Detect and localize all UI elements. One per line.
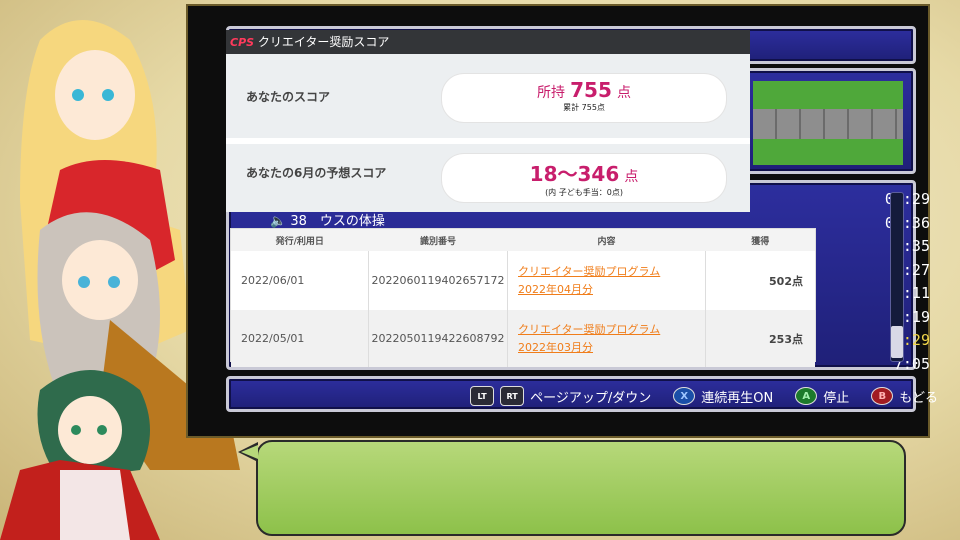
map-preview-panel <box>738 68 916 174</box>
score-window-titlebar: CPS クリエイター奨励スコア <box>226 30 750 54</box>
controls-hints: LT RT ページアップ/ダウン X 連続再生ON A 停止 B もどる <box>470 386 938 406</box>
x-button-icon[interactable]: X <box>673 387 696 405</box>
row-date: 2022/06/01 <box>231 251 369 310</box>
score-history-table: 発行/利用日 識別番号 内容 獲得 2022/06/01 20220601194… <box>230 228 816 367</box>
speech-bubble <box>256 440 906 536</box>
predicted-score-row: あなたの6月の予想スコア 18～346 点 (内 子ども手当：0点) <box>226 144 750 212</box>
current-score-row: あなたのスコア 所持 755 点 累計 755点 <box>226 54 750 164</box>
column-header-content: 内容 <box>507 229 706 252</box>
table-row: 2022/06/01 2022060119402657172 クリエイター奨励プ… <box>231 251 815 310</box>
back-label: もどる <box>899 390 938 406</box>
column-header-points: 獲得 <box>705 229 815 252</box>
page-up-down-label: ページアップ/ダウン <box>530 390 652 406</box>
column-header-date: 発行/利用日 <box>231 229 369 252</box>
b-button-icon[interactable]: B <box>871 387 894 405</box>
score-window: あなたのスコア 所持 755 点 累計 755点 あなたの6月の予想スコア 18… <box>226 30 750 212</box>
a-button-icon[interactable]: A <box>795 387 818 405</box>
score-window-title: クリエイター奨励スコア <box>257 35 390 49</box>
row-id: 2022050119422608792 <box>368 309 508 367</box>
cps-logo-icon: CPS <box>230 36 255 49</box>
continuous-play-label: 連続再生ON <box>701 390 774 406</box>
row-content-link[interactable]: クリエイター奨励プログラム 2022年03月分 <box>507 309 706 367</box>
current-score-pill: 所持 755 点 累計 755点 <box>442 74 726 122</box>
speech-bubble-tail-inner <box>241 445 258 459</box>
scrollbar-thumb[interactable] <box>891 326 903 358</box>
total-score: 累計 755点 <box>563 103 605 112</box>
rt-button-icon[interactable]: RT <box>500 386 525 406</box>
stop-label: 停止 <box>823 390 850 406</box>
predicted-score-value: 18～346 <box>529 162 620 186</box>
row-points: 502点 <box>705 251 815 310</box>
column-header-id: 識別番号 <box>368 229 508 252</box>
row-id: 2022060119402657172 <box>368 251 508 310</box>
row-date: 2022/05/01 <box>231 309 369 367</box>
speaker-icon: 🔈 <box>270 214 287 229</box>
song-list-item[interactable]: 🔈 38 ウスの体操 <box>270 210 385 229</box>
row-content-link[interactable]: クリエイター奨励プログラム 2022年04月分 <box>507 251 706 310</box>
current-score-value: 755 <box>570 78 612 102</box>
table-row: 2022/05/01 2022050119422608792 クリエイター奨励プ… <box>231 309 815 367</box>
predicted-score-label: あなたの6月の予想スコア <box>246 166 387 180</box>
current-score-label: あなたのスコア <box>246 90 331 104</box>
child-allowance: (内 子ども手当：0点) <box>545 188 623 197</box>
predicted-score-pill: 18～346 点 (内 子ども手当：0点) <box>442 154 726 202</box>
row-points: 253点 <box>705 309 815 367</box>
lt-button-icon[interactable]: LT <box>470 386 495 406</box>
